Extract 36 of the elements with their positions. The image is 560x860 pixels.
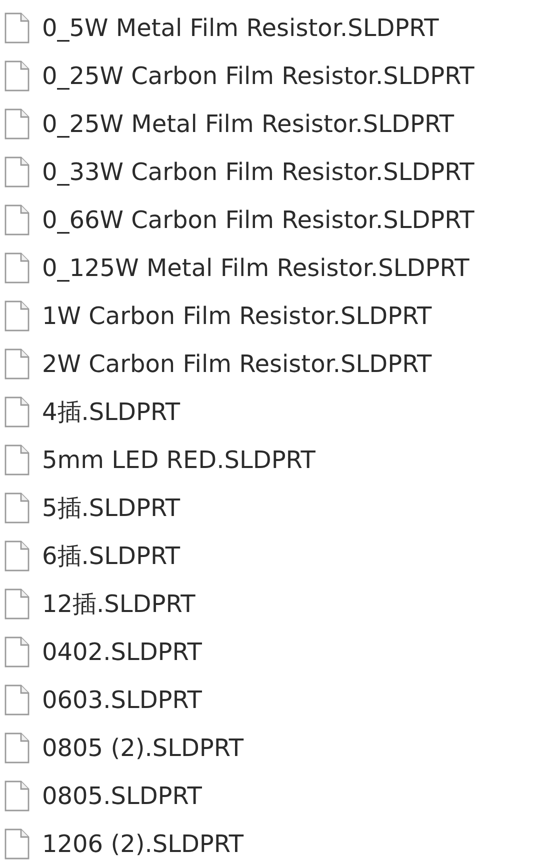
- file-name[interactable]: 0_25W Metal Film Resistor.SLDPRT: [42, 110, 454, 138]
- file-icon: [4, 12, 30, 44]
- file-name[interactable]: 0_66W Carbon Film Resistor.SLDPRT: [42, 206, 474, 234]
- file-icon: [4, 732, 30, 764]
- file-icon: [4, 684, 30, 716]
- file-name[interactable]: 0_125W Metal Film Resistor.SLDPRT: [42, 254, 470, 282]
- file-name[interactable]: 1206 (2).SLDPRT: [42, 830, 244, 858]
- file-icon: [4, 60, 30, 92]
- file-name[interactable]: 5插.SLDPRT: [42, 492, 180, 524]
- file-icon: [4, 492, 30, 524]
- file-icon: [4, 828, 30, 860]
- file-name[interactable]: 0_33W Carbon Film Resistor.SLDPRT: [42, 158, 474, 186]
- file-icon: [4, 588, 30, 620]
- file-icon: [4, 396, 30, 428]
- file-icon: [4, 636, 30, 668]
- file-name[interactable]: 0_5W Metal Film Resistor.SLDPRT: [42, 14, 439, 42]
- file-name[interactable]: 0805.SLDPRT: [42, 782, 202, 810]
- file-name[interactable]: 2W Carbon Film Resistor.SLDPRT: [42, 350, 432, 378]
- file-icon: [4, 780, 30, 812]
- file-icon: [4, 204, 30, 236]
- file-name[interactable]: 6插.SLDPRT: [42, 540, 180, 572]
- file-name[interactable]: 0_25W Carbon Film Resistor.SLDPRT: [42, 62, 474, 90]
- file-name[interactable]: 5mm LED RED.SLDPRT: [42, 446, 316, 474]
- file-icon: [4, 540, 30, 572]
- file-name[interactable]: 12插.SLDPRT: [42, 588, 196, 620]
- file-icon: [4, 156, 30, 188]
- file-icon: [4, 108, 30, 140]
- file-icon: [4, 444, 30, 476]
- file-name[interactable]: 0805 (2).SLDPRT: [42, 734, 244, 762]
- file-icon: [4, 300, 30, 332]
- file-name[interactable]: 4插.SLDPRT: [42, 396, 180, 428]
- file-icon: [4, 252, 30, 284]
- file-name[interactable]: 0603.SLDPRT: [42, 686, 202, 714]
- file-icon: [4, 348, 30, 380]
- file-name[interactable]: 1W Carbon Film Resistor.SLDPRT: [42, 302, 432, 330]
- file-name[interactable]: 0402.SLDPRT: [42, 638, 202, 666]
